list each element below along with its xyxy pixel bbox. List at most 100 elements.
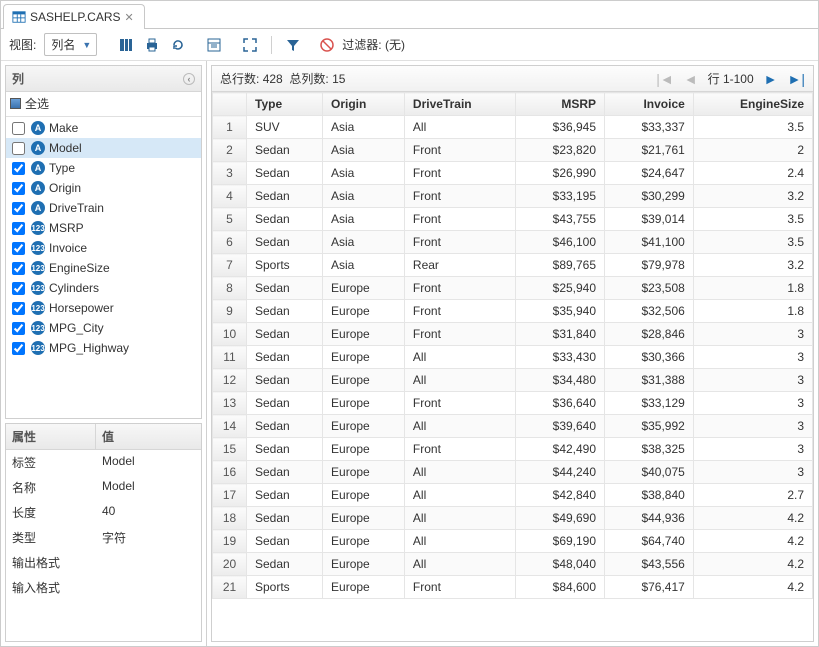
column-checkbox[interactable] (12, 322, 25, 335)
column-checkbox[interactable] (12, 282, 25, 295)
table-row[interactable]: 18SedanEuropeAll$49,690$44,9364.2 (213, 507, 813, 530)
cell[interactable]: Europe (323, 461, 405, 484)
collapse-icon[interactable]: ‹ (183, 73, 195, 85)
cell[interactable]: All (404, 507, 515, 530)
table-row[interactable]: 17SedanEuropeAll$42,840$38,8402.7 (213, 484, 813, 507)
cell[interactable]: Asia (323, 139, 405, 162)
cell[interactable]: Sedan (247, 438, 323, 461)
cell[interactable]: $31,388 (605, 369, 694, 392)
column-header[interactable]: DriveTrain (404, 93, 515, 116)
cell[interactable]: Front (404, 576, 515, 599)
row-number[interactable]: 7 (213, 254, 247, 277)
column-item[interactable]: Invoice (6, 238, 201, 258)
cell[interactable]: Front (404, 185, 515, 208)
cell[interactable]: $35,992 (605, 415, 694, 438)
cell[interactable]: $35,940 (516, 300, 605, 323)
cell[interactable]: Europe (323, 392, 405, 415)
cell[interactable]: Asia (323, 116, 405, 139)
cell[interactable]: Europe (323, 484, 405, 507)
cell[interactable]: All (404, 461, 515, 484)
table-row[interactable]: 10SedanEuropeFront$31,840$28,8463 (213, 323, 813, 346)
row-number[interactable]: 15 (213, 438, 247, 461)
column-header[interactable]: Origin (323, 93, 405, 116)
cell[interactable]: 3 (693, 323, 812, 346)
cell[interactable]: Sedan (247, 553, 323, 576)
cell[interactable]: Asia (323, 231, 405, 254)
cell[interactable]: Sedan (247, 392, 323, 415)
cell[interactable]: Asia (323, 185, 405, 208)
table-row[interactable]: 4SedanAsiaFront$33,195$30,2993.2 (213, 185, 813, 208)
select-all-row[interactable]: 全选 (6, 92, 201, 117)
table-row[interactable]: 8SedanEuropeFront$25,940$23,5081.8 (213, 277, 813, 300)
grid-scroll[interactable]: TypeOriginDriveTrainMSRPInvoiceEngineSiz… (212, 92, 813, 641)
cell[interactable]: All (404, 415, 515, 438)
cell[interactable]: $69,190 (516, 530, 605, 553)
last-page-icon[interactable]: ►| (788, 71, 806, 87)
table-row[interactable]: 1SUVAsiaAll$36,945$33,3373.5 (213, 116, 813, 139)
cell[interactable]: All (404, 369, 515, 392)
cell[interactable]: 3 (693, 346, 812, 369)
cell[interactable]: $76,417 (605, 576, 694, 599)
cell[interactable]: Europe (323, 438, 405, 461)
cell[interactable]: Front (404, 323, 515, 346)
column-checkbox[interactable] (12, 342, 25, 355)
cell[interactable]: Europe (323, 576, 405, 599)
cell[interactable]: 3.5 (693, 116, 812, 139)
cell[interactable]: All (404, 530, 515, 553)
columns-icon[interactable] (115, 34, 137, 56)
cell[interactable]: Asia (323, 162, 405, 185)
cell[interactable]: Front (404, 438, 515, 461)
column-checkbox[interactable] (12, 222, 25, 235)
cell[interactable]: $43,556 (605, 553, 694, 576)
cell[interactable]: 3.2 (693, 185, 812, 208)
cell[interactable]: Front (404, 139, 515, 162)
cell[interactable]: 2 (693, 139, 812, 162)
row-number[interactable]: 20 (213, 553, 247, 576)
cell[interactable]: Front (404, 392, 515, 415)
cell[interactable]: Sedan (247, 162, 323, 185)
column-checkbox[interactable] (12, 302, 25, 315)
cell[interactable]: 3.2 (693, 254, 812, 277)
cell[interactable]: $64,740 (605, 530, 694, 553)
cell[interactable]: $26,990 (516, 162, 605, 185)
cell[interactable]: Europe (323, 530, 405, 553)
table-row[interactable]: 16SedanEuropeAll$44,240$40,0753 (213, 461, 813, 484)
table-row[interactable]: 5SedanAsiaFront$43,755$39,0143.5 (213, 208, 813, 231)
cell[interactable]: $42,490 (516, 438, 605, 461)
cell[interactable]: Rear (404, 254, 515, 277)
cell[interactable]: All (404, 116, 515, 139)
cell[interactable]: 3.5 (693, 208, 812, 231)
row-number[interactable]: 2 (213, 139, 247, 162)
table-row[interactable]: 2SedanAsiaFront$23,820$21,7612 (213, 139, 813, 162)
cell[interactable]: Sports (247, 576, 323, 599)
cell[interactable]: Sedan (247, 231, 323, 254)
column-item[interactable]: Cylinders (6, 278, 201, 298)
column-checkbox[interactable] (12, 122, 25, 135)
cell[interactable]: Sedan (247, 208, 323, 231)
cell[interactable]: Europe (323, 369, 405, 392)
row-number[interactable]: 13 (213, 392, 247, 415)
cell[interactable]: $39,014 (605, 208, 694, 231)
cell[interactable]: Sedan (247, 139, 323, 162)
cell[interactable]: Europe (323, 323, 405, 346)
prev-page-icon[interactable]: ◄ (684, 71, 698, 87)
cell[interactable]: All (404, 553, 515, 576)
column-item[interactable]: MSRP (6, 218, 201, 238)
cell[interactable]: $38,840 (605, 484, 694, 507)
row-number[interactable]: 21 (213, 576, 247, 599)
cell[interactable]: $79,978 (605, 254, 694, 277)
column-item[interactable]: Type (6, 158, 201, 178)
code-icon[interactable] (203, 34, 225, 56)
column-header[interactable]: Invoice (605, 93, 694, 116)
cell[interactable]: $23,508 (605, 277, 694, 300)
table-row[interactable]: 21SportsEuropeFront$84,600$76,4174.2 (213, 576, 813, 599)
cell[interactable]: 3 (693, 369, 812, 392)
table-row[interactable]: 15SedanEuropeFront$42,490$38,3253 (213, 438, 813, 461)
column-checkbox[interactable] (12, 262, 25, 275)
cell[interactable]: Front (404, 277, 515, 300)
cell[interactable]: $46,100 (516, 231, 605, 254)
cell[interactable]: 4.2 (693, 507, 812, 530)
column-item[interactable]: Model (6, 138, 201, 158)
row-number[interactable]: 10 (213, 323, 247, 346)
table-row[interactable]: 6SedanAsiaFront$46,100$41,1003.5 (213, 231, 813, 254)
